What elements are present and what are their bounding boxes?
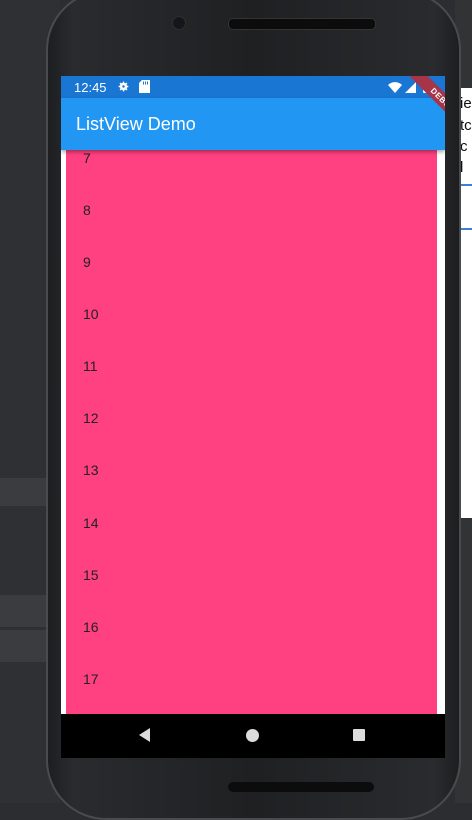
app-bar: ListView Demo [61,98,445,150]
sd-card-icon [139,80,150,96]
bottom-speaker [228,782,374,792]
list-item[interactable]: 16 [83,619,423,671]
navigation-bar [61,714,445,758]
list-item[interactable]: 11 [83,358,423,410]
list-item[interactable]: 15 [83,567,423,619]
list-item[interactable]: 14 [83,515,423,567]
signal-icon [405,81,416,96]
ide-text-fragment: ie [460,95,472,112]
app-title: ListView Demo [76,114,196,134]
front-camera-icon [172,16,186,30]
battery-icon [423,79,431,96]
ide-link-underline [460,184,472,186]
home-icon[interactable] [246,729,259,742]
recents-icon[interactable] [353,729,365,741]
wifi-icon [388,81,402,96]
status-bar: 12:45 [61,76,445,98]
device-screen: 12:45 ListView Demo DEBUG 7 8 9 10 11 12… [61,76,445,758]
ide-text-fragment: tc [460,117,472,134]
status-time: 12:45 [74,80,107,95]
settings-gear-icon [117,80,130,96]
list-item[interactable]: 17 [83,671,423,714]
list-item[interactable]: 12 [83,410,423,462]
list-item[interactable]: 8 [83,202,423,254]
ide-link-underline [460,228,472,230]
back-icon[interactable] [139,728,150,742]
list-item[interactable]: 9 [83,254,423,306]
list-item[interactable]: 13 [83,462,423,514]
list-item[interactable]: 10 [83,306,423,358]
ide-text-fragment: c [460,138,468,155]
list-view[interactable]: 7 8 9 10 11 12 13 14 15 16 17 [66,150,437,714]
list-item[interactable]: 7 [83,150,423,202]
earpiece-speaker [228,18,376,30]
